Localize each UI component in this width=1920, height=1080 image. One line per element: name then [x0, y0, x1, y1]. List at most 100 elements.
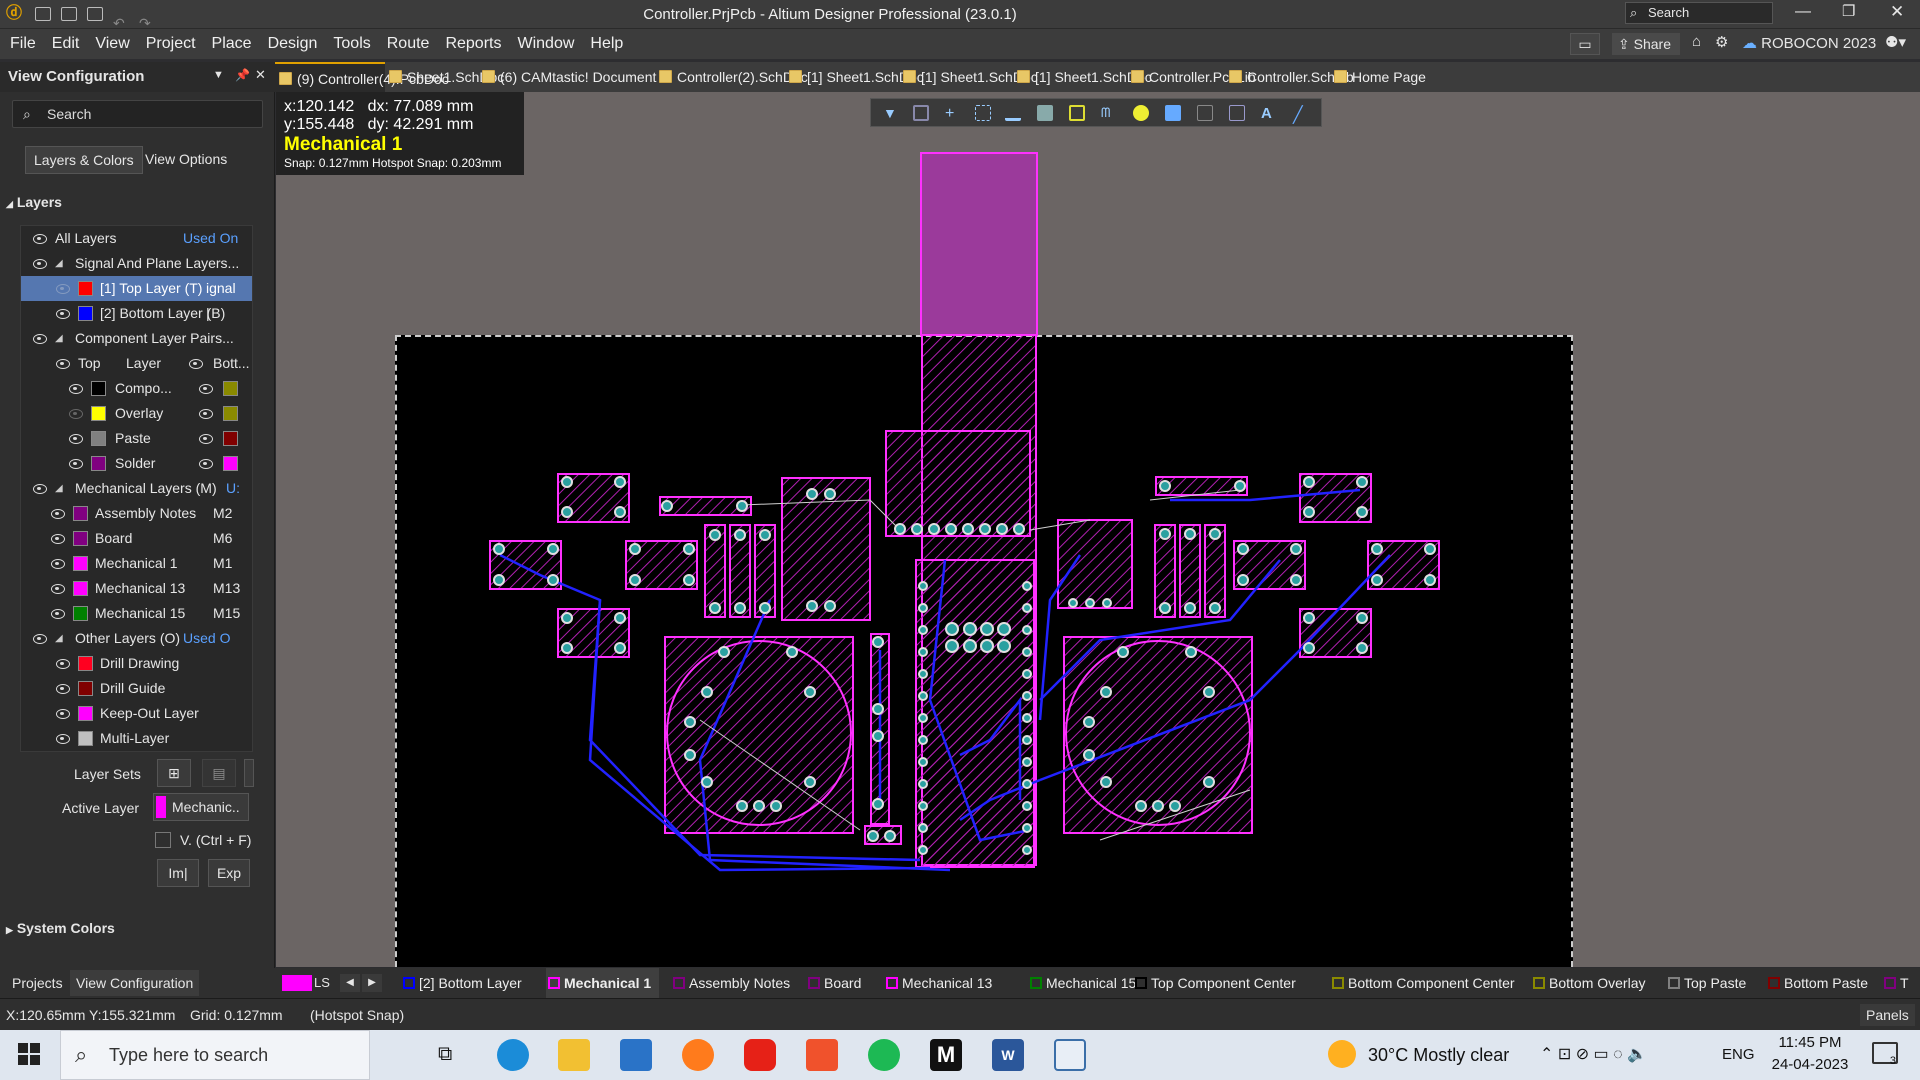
route-icon[interactable] — [1069, 105, 1085, 121]
cross-icon[interactable]: + — [945, 105, 961, 122]
layer-color-swatch — [1768, 977, 1780, 989]
tab-view-configuration[interactable]: View Configuration — [70, 970, 200, 996]
file-explorer-icon[interactable] — [558, 1039, 590, 1071]
header-pin-pad — [918, 845, 928, 855]
weather-icon[interactable] — [1328, 1040, 1356, 1068]
weather-text[interactable]: 30°C Mostly clear — [1368, 1030, 1509, 1080]
layer-scroll-right[interactable]: ▶ — [362, 974, 382, 992]
layer-tab[interactable]: Mechanical 1 — [546, 968, 660, 998]
header-pin-pad — [1022, 713, 1032, 723]
edge-icon[interactable] — [497, 1039, 529, 1071]
header-pin-pad — [918, 757, 928, 767]
filter-icon[interactable]: ▼ — [883, 105, 899, 121]
clock-time[interactable]: 11:45 PM — [1770, 1034, 1850, 1051]
current-layer-color[interactable] — [282, 975, 312, 991]
layer-color-swatch — [673, 977, 685, 989]
header-pin-pad — [918, 801, 928, 811]
header-pin-pad — [918, 779, 928, 789]
line-icon[interactable]: ╱ — [1293, 105, 1309, 124]
layer-tab-label: Mechanical 15 — [1046, 975, 1137, 991]
search-icon: ⌕ — [75, 1042, 88, 1067]
header-pin-pad — [918, 625, 928, 635]
header-pin-pad — [1022, 603, 1032, 613]
text-icon[interactable]: A — [1261, 105, 1277, 122]
via-icon[interactable] — [1133, 105, 1149, 121]
layer-tabs-bar: LS ◀ ▶ [2] Bottom Layer Mechanical 1 Assem… — [276, 968, 1920, 998]
clock-date[interactable]: 24-04-2023 — [1766, 1056, 1854, 1073]
mail-icon[interactable] — [620, 1039, 652, 1071]
panel-switcher: Projects View Configuration — [0, 968, 276, 998]
youtube-icon[interactable] — [744, 1039, 776, 1071]
header-pin-pad — [1022, 625, 1032, 635]
system-tray-icons[interactable]: ⌃ ⊡ ⊘ ▭ ◌ 🔈 — [1540, 1030, 1647, 1080]
layer-scroll-left[interactable]: ◀ — [340, 974, 360, 992]
header-pin-pad — [1022, 581, 1032, 591]
layer-tab[interactable]: Bottom Overlay — [1531, 968, 1645, 998]
header-pin-pad — [1022, 647, 1032, 657]
keepout-icon[interactable] — [1197, 105, 1213, 121]
tab-projects[interactable]: Projects — [12, 968, 63, 998]
layer-tab-label: Top Component Center — [1151, 975, 1296, 991]
header-pin-pad — [918, 735, 928, 745]
taskbar-search-input[interactable]: ⌕ Type here to search — [60, 1030, 370, 1080]
layer-tab-label: Board — [824, 975, 862, 991]
header-pin-pad — [918, 647, 928, 657]
status-grid: Grid: 0.127mm — [190, 1007, 283, 1023]
component-icon[interactable] — [1037, 105, 1053, 121]
header-pin-pad — [1022, 845, 1032, 855]
header-pin-pad — [918, 669, 928, 679]
tune-icon[interactable]: ᗰ — [1101, 105, 1117, 121]
windows-start-icon[interactable] — [18, 1043, 40, 1065]
panels-button[interactable]: Panels — [1860, 1004, 1915, 1026]
status-hotspot: (Hotspot Snap) — [310, 1007, 405, 1023]
align-icon[interactable] — [1005, 105, 1021, 121]
notification-icon[interactable]: 3 — [1872, 1042, 1898, 1067]
layer-color-swatch — [886, 977, 898, 989]
header-pin-pad — [918, 823, 928, 833]
header-pin-pad — [1022, 691, 1032, 701]
layer-tab[interactable]: Top Paste — [1666, 968, 1746, 998]
layer-tab[interactable]: Mechanical 15 — [1028, 968, 1136, 998]
layer-set-ls[interactable]: LS — [314, 968, 330, 998]
word-icon[interactable]: W — [992, 1039, 1024, 1071]
header-pin-pad — [1022, 757, 1032, 767]
firefox-icon[interactable] — [682, 1039, 714, 1071]
layer-tab-label: Top Paste — [1684, 975, 1747, 991]
y-readout: y:155.448 — [284, 116, 355, 133]
layer-tab[interactable]: Mechanical 13 — [884, 968, 992, 998]
medium-icon[interactable]: M — [930, 1039, 962, 1071]
altium-taskbar-icon[interactable] — [1054, 1039, 1086, 1071]
layer-color-swatch — [1135, 977, 1147, 989]
layer-tab-label: Bottom Paste — [1784, 975, 1869, 991]
polygon-icon[interactable] — [1165, 105, 1181, 121]
layer-color-swatch — [1030, 977, 1042, 989]
layer-color-swatch — [1668, 977, 1680, 989]
layer-tab[interactable]: Bottom Paste — [1766, 968, 1868, 998]
dy-readout: dy: 42.291 mm — [367, 116, 474, 133]
dimension-icon[interactable] — [1229, 105, 1245, 121]
task-view-icon[interactable]: ⧉ — [438, 1043, 452, 1066]
layer-tab[interactable]: [2] Bottom Layer — [401, 968, 522, 998]
header-pin-pad — [1022, 801, 1032, 811]
layer-color-swatch — [1884, 977, 1896, 989]
layer-tab-label: T — [1900, 975, 1909, 991]
dx-readout: dx: 77.089 mm — [367, 98, 474, 115]
layer-tab[interactable]: T — [1882, 968, 1909, 998]
highlight-icon[interactable] — [913, 105, 929, 121]
status-bar: X:120.65mm Y:155.321mm Grid: 0.127mm (Ho… — [0, 998, 1920, 1030]
header-pin-pad — [918, 713, 928, 723]
header-pin-pad — [918, 691, 928, 701]
layer-tab[interactable]: Assembly Notes — [671, 968, 790, 998]
spotify-icon[interactable] — [868, 1039, 900, 1071]
layer-tab-label: Mechanical 13 — [902, 975, 993, 991]
language-indicator[interactable]: ENG — [1722, 1030, 1755, 1080]
layer-tab[interactable]: Bottom Component Center — [1330, 968, 1515, 998]
header-pin-pad — [1022, 779, 1032, 789]
active-bar-toolbar: ▼ + ᗰ A ╱ — [870, 98, 1322, 127]
layer-tab[interactable]: Board — [806, 968, 861, 998]
layer-color-swatch — [1332, 977, 1344, 989]
layer-tab-label: Bottom Component Center — [1348, 975, 1515, 991]
select-rect-icon[interactable] — [975, 105, 991, 121]
brave-icon[interactable] — [806, 1039, 838, 1071]
layer-tab[interactable]: Top Component Center — [1133, 968, 1296, 998]
